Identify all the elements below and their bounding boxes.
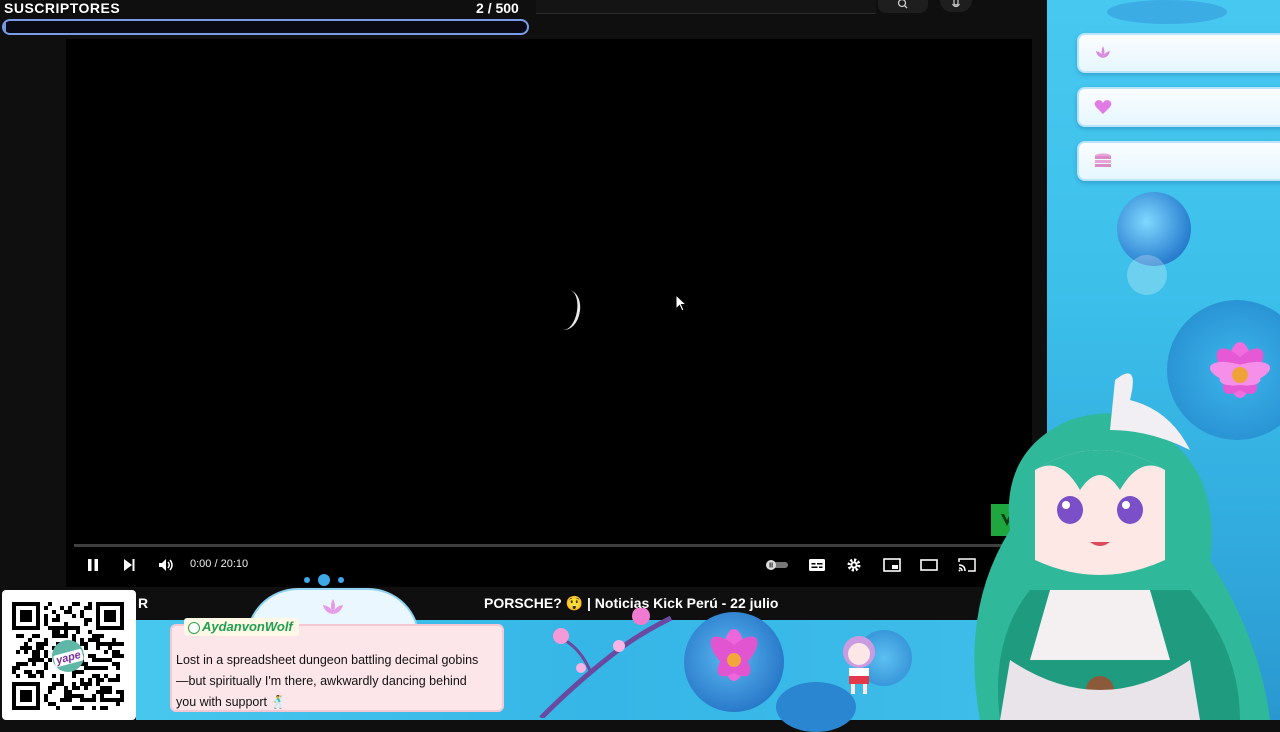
goal-slot-heart <box>1077 87 1280 127</box>
lotus-flower-icon <box>710 629 758 681</box>
search-icon <box>897 0 908 9</box>
autoplay-icon <box>766 560 788 570</box>
pause-icon <box>88 559 98 571</box>
miniplayer-button[interactable] <box>881 554 903 576</box>
mouse-cursor-icon <box>675 294 687 312</box>
search-button[interactable] <box>878 0 928 13</box>
heart-icon <box>1094 100 1112 114</box>
next-icon <box>124 559 135 571</box>
theater-mode-button[interactable] <box>918 554 940 576</box>
chat-message-card: AydanvonWolf Lost in a spreadsheet dunge… <box>170 574 504 720</box>
settings-button[interactable] <box>843 554 865 576</box>
goal-slot-lotus <box>1077 33 1280 73</box>
pause-button[interactable] <box>82 554 104 576</box>
subscriber-goal-fill <box>4 21 7 33</box>
next-button[interactable] <box>118 554 140 576</box>
subtitles-icon <box>809 559 825 571</box>
verified-check-icon <box>188 622 200 634</box>
subscribers-goal: / 500 <box>487 0 519 16</box>
player-controls: 0:00 / 20:10 <box>66 548 1032 580</box>
subscribers-count: 2 / 500 <box>476 0 519 16</box>
miniplayer-icon <box>883 558 901 572</box>
coin-stack-icon <box>1095 153 1111 167</box>
chat-username: AydanvonWolf <box>202 619 293 634</box>
donation-qr-card[interactable]: yape <box>2 590 136 720</box>
decor-bubble <box>1107 0 1227 24</box>
time-display: 0:00 / 20:10 <box>190 558 249 570</box>
voice-search-button[interactable] <box>940 0 972 12</box>
theater-mode-icon <box>920 559 938 571</box>
subscribers-label: SUSCRIPTORES <box>4 0 121 16</box>
chat-card-dots <box>304 574 344 586</box>
subtitles-button[interactable] <box>806 554 828 576</box>
lily-pad <box>776 682 856 732</box>
gear-icon <box>847 558 861 572</box>
subscribers-current: 2 <box>476 0 484 16</box>
seek-bar[interactable] <box>74 544 1024 547</box>
chat-username-tag: AydanvonWolf <box>184 618 299 636</box>
decor-bubble <box>1127 255 1167 295</box>
autoplay-toggle[interactable] <box>764 554 790 576</box>
chat-message-text: Lost in a spreadsheet dungeon battling d… <box>176 653 479 709</box>
volume-button[interactable] <box>155 554 177 576</box>
volume-icon <box>159 559 173 571</box>
search-input[interactable] <box>536 0 876 14</box>
video-title-left-fragment: R <box>138 595 149 611</box>
chibi-mascot-icon <box>843 636 875 694</box>
video-player[interactable] <box>66 39 1032 587</box>
decor-bubble <box>1117 192 1191 266</box>
lotus-icon <box>1096 46 1110 58</box>
microphone-icon <box>952 0 960 8</box>
vtuber-avatar <box>974 373 1270 720</box>
subscriber-goal-progress <box>2 19 529 35</box>
chat-message-body: AydanvonWolf Lost in a spreadsheet dunge… <box>170 618 504 712</box>
lotus-icon <box>323 599 343 614</box>
cherry-branch-icon <box>539 608 673 718</box>
goal-slot-coins <box>1077 141 1280 181</box>
